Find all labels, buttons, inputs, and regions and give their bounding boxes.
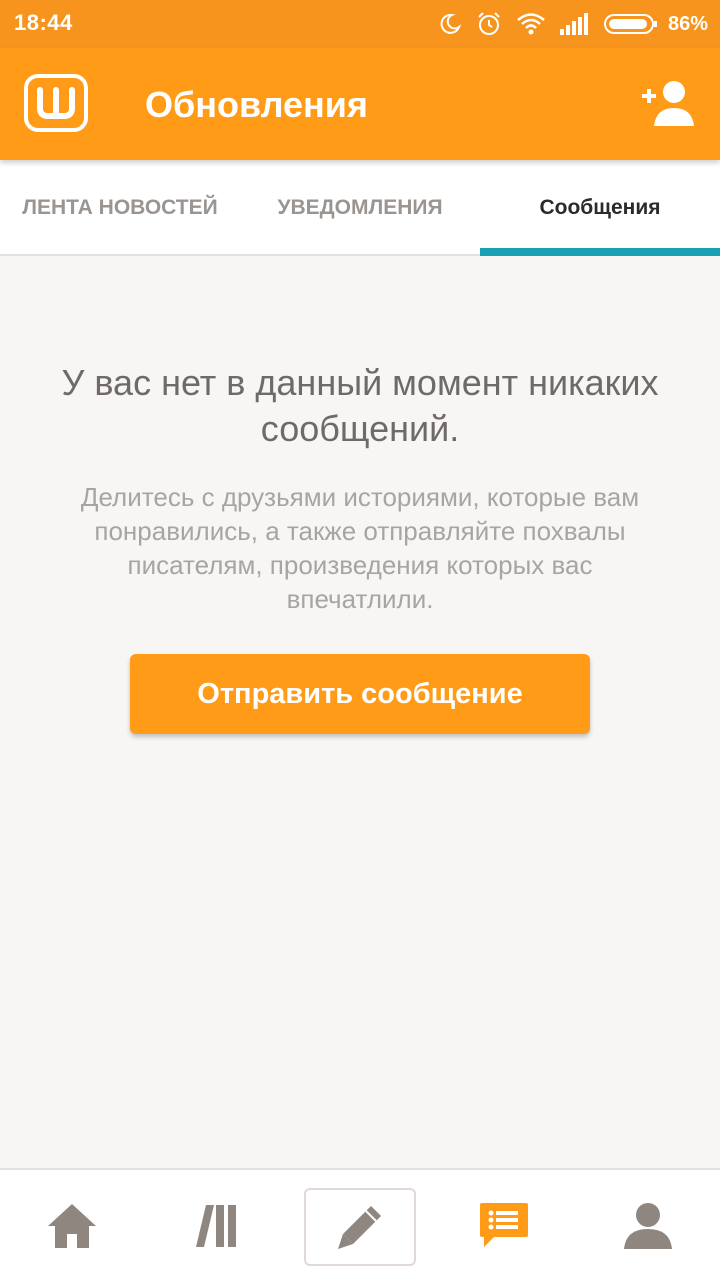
nav-write[interactable] (304, 1188, 416, 1266)
home-icon (48, 1204, 96, 1248)
app-bar: Обновления (0, 48, 720, 160)
profile-icon (624, 1203, 672, 1249)
status-icons: 86% (424, 8, 708, 40)
tab-messages[interactable]: Сообщения (480, 160, 720, 256)
wifi-icon (517, 13, 545, 35)
library-icon (196, 1205, 236, 1247)
send-message-button[interactable]: Отправить сообщение (130, 654, 590, 734)
battery-percent: 86% (667, 12, 708, 35)
empty-state-title: У вас нет в данный момент никаких сообще… (61, 362, 659, 449)
tab-notifications[interactable]: УВЕДОМЛЕНИЯ (240, 160, 480, 256)
page-title: Обновления (145, 84, 368, 125)
messages-icon (480, 1203, 528, 1247)
wattpad-logo-icon[interactable] (24, 74, 88, 132)
nav-library[interactable] (144, 1170, 288, 1280)
moon-icon (440, 13, 462, 34)
tab-news-feed[interactable]: ЛЕНТА НОВОСТЕЙ (0, 160, 240, 256)
tab-bar: ЛЕНТА НОВОСТЕЙ УВЕДОМЛЕНИЯ Сообщения (0, 160, 720, 256)
nav-profile[interactable] (576, 1170, 720, 1280)
nav-messages[interactable] (432, 1170, 576, 1280)
signal-icon (559, 13, 588, 35)
logo-glyph (37, 87, 75, 119)
tab-active-indicator (480, 248, 720, 256)
battery-icon (603, 14, 657, 34)
bottom-nav (0, 1168, 720, 1280)
alarm-icon (478, 12, 500, 35)
empty-state-description: Делитесь с друзьями историями, которые в… (80, 482, 640, 614)
add-user-icon[interactable] (640, 78, 696, 128)
status-bar: 18:44 86% (0, 0, 720, 48)
nav-home[interactable] (0, 1170, 144, 1280)
status-time: 18:44 (14, 10, 73, 35)
pencil-icon (338, 1206, 381, 1249)
